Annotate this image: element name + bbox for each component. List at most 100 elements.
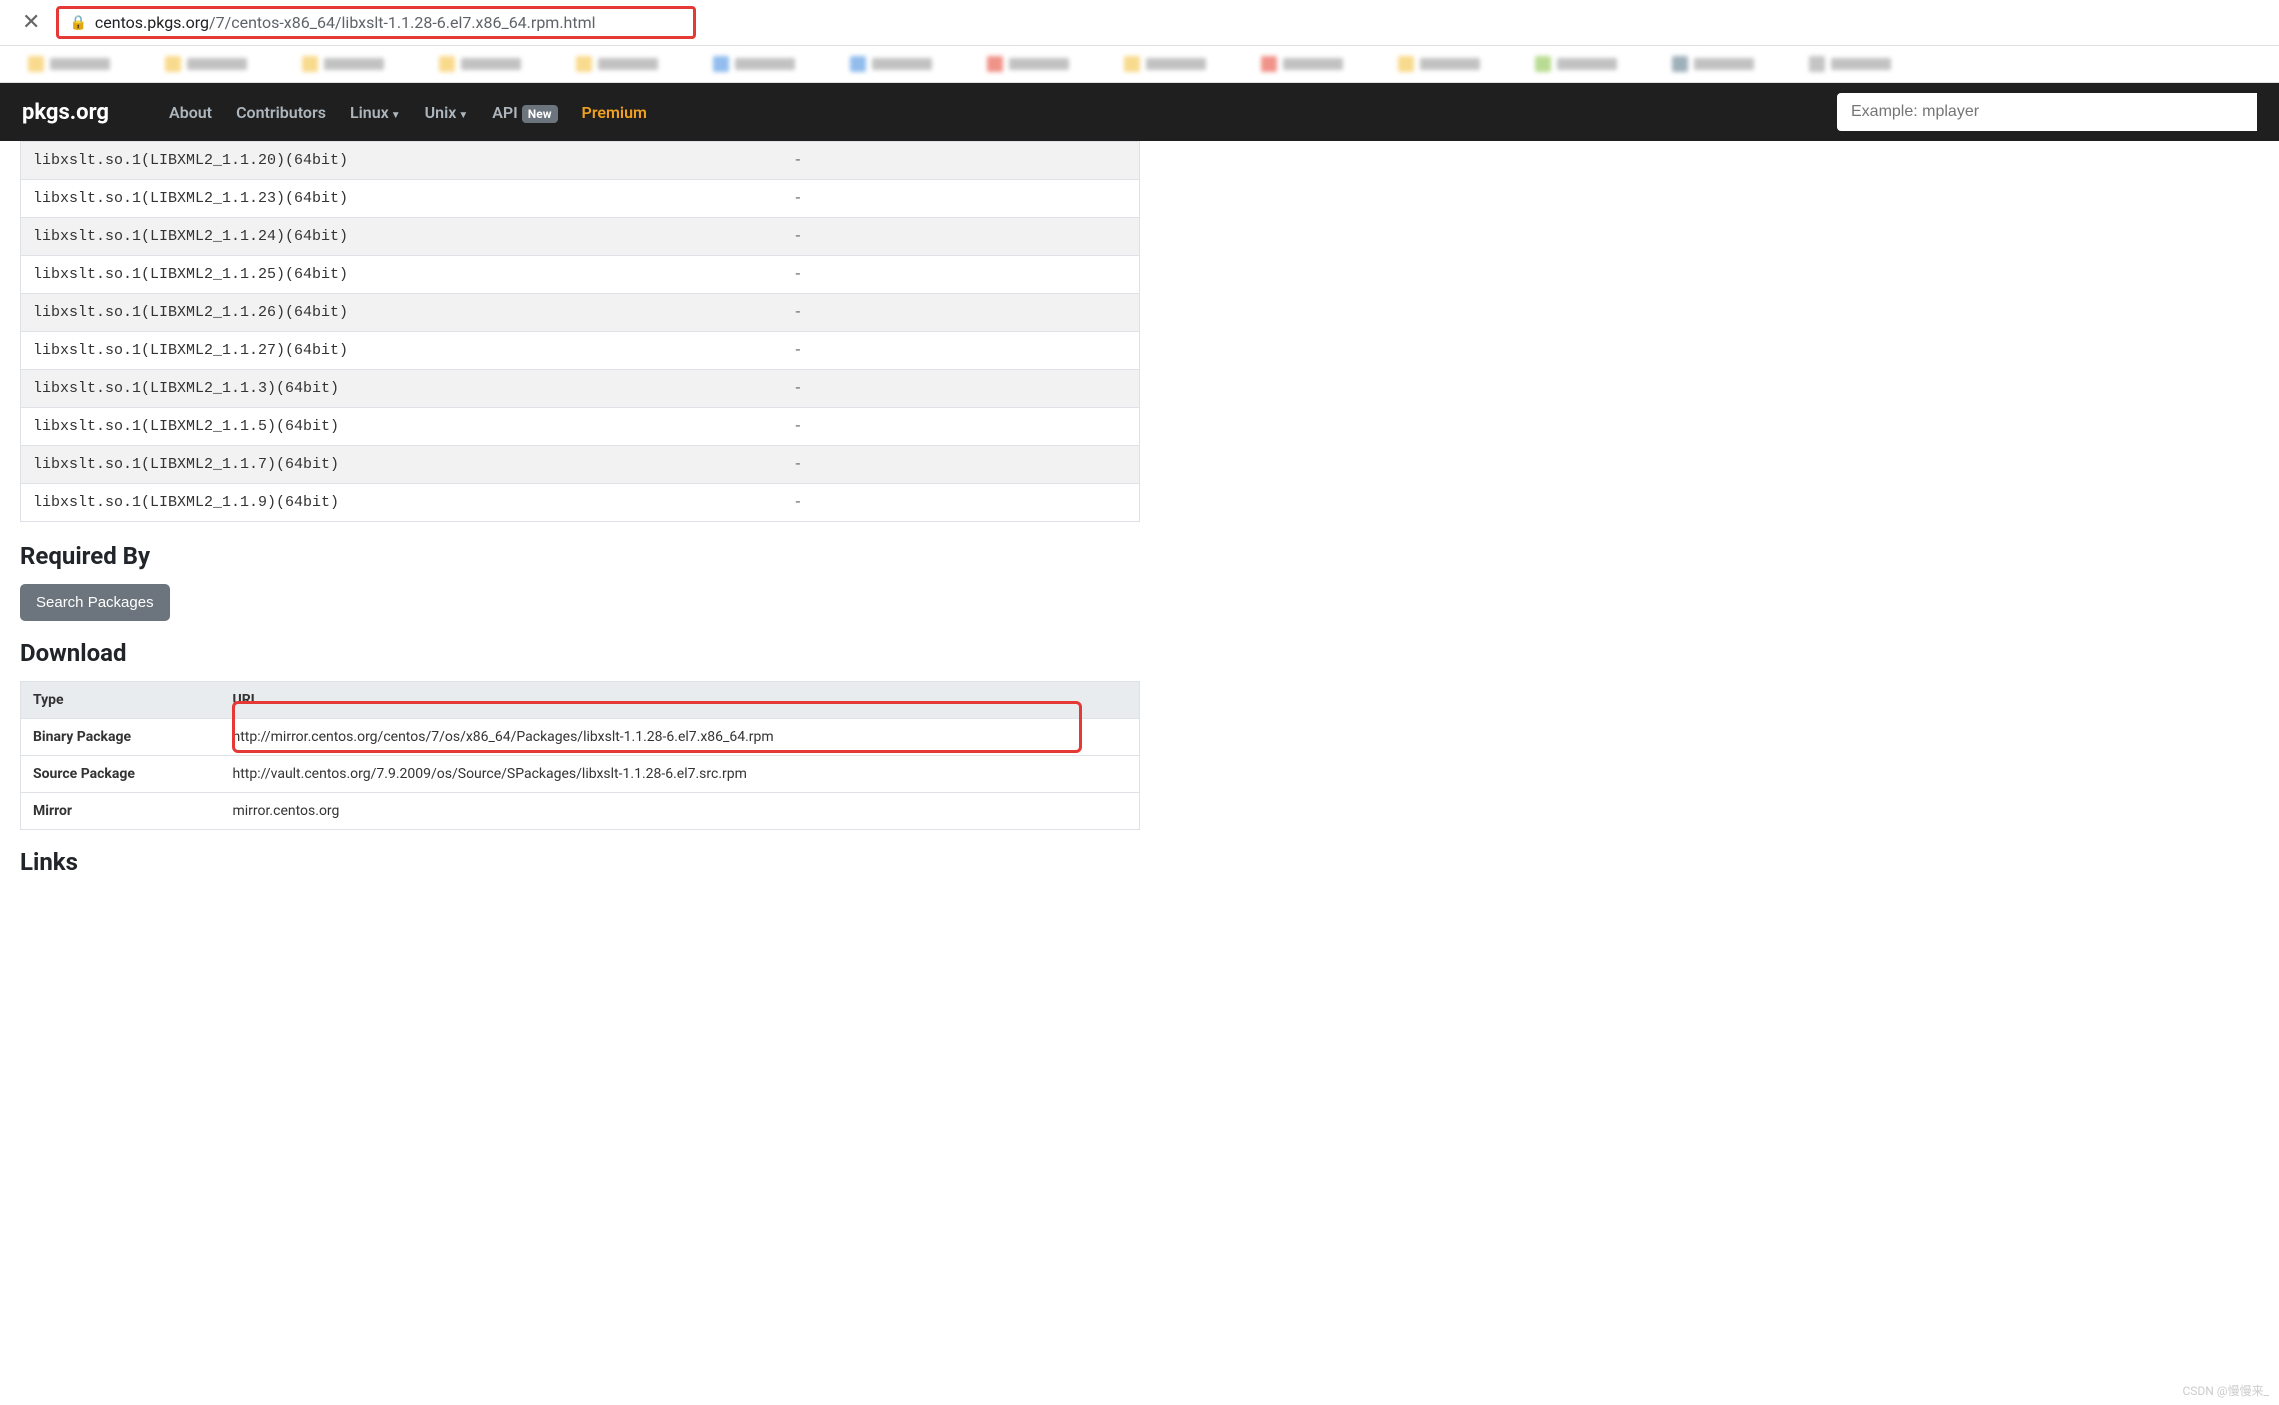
download-type: Mirror — [21, 793, 221, 830]
chevron-down-icon: ▼ — [458, 110, 468, 121]
download-type: Source Package — [21, 756, 221, 793]
provides-value: - — [781, 370, 1139, 408]
download-row: Source Packagehttp://vault.centos.org/7.… — [21, 756, 1140, 793]
provides-row: libxslt.so.1(LIBXML2_1.1.27)(64bit)- — [21, 332, 1140, 370]
site-logo[interactable]: pkgs.org — [22, 100, 109, 125]
download-table: Type URL Binary Packagehttp://mirror.cen… — [20, 681, 1140, 830]
bookmark-label — [50, 58, 110, 70]
search-input[interactable] — [1837, 93, 2257, 131]
provides-name: libxslt.so.1(LIBXML2_1.1.26)(64bit) — [21, 294, 782, 332]
provides-row: libxslt.so.1(LIBXML2_1.1.24)(64bit)- — [21, 218, 1140, 256]
bookmark-item[interactable] — [1672, 56, 1754, 72]
provides-table: libxslt.so.1(LIBXML2_1.1.20)(64bit)-libx… — [20, 141, 1140, 522]
provides-row: libxslt.so.1(LIBXML2_1.1.23)(64bit)- — [21, 180, 1140, 218]
download-th-type: Type — [21, 682, 221, 719]
bookmark-icon — [1261, 56, 1277, 72]
provides-name: libxslt.so.1(LIBXML2_1.1.23)(64bit) — [21, 180, 782, 218]
bookmark-item[interactable] — [165, 56, 247, 72]
download-url[interactable]: http://vault.centos.org/7.9.2009/os/Sour… — [221, 756, 1140, 793]
provides-value: - — [781, 180, 1139, 218]
bookmark-icon — [1672, 56, 1688, 72]
lock-icon: 🔒 — [69, 15, 86, 31]
watermark: CSDN @慢慢来_ — [2182, 1382, 2269, 1399]
bookmark-label — [1420, 58, 1480, 70]
chevron-down-icon: ▼ — [391, 110, 401, 121]
url-box-highlight: 🔒 centos.pkgs.org/7/centos-x86_64/libxsl… — [56, 6, 696, 39]
provides-name: libxslt.so.1(LIBXML2_1.1.7)(64bit) — [21, 446, 782, 484]
provides-name: libxslt.so.1(LIBXML2_1.1.24)(64bit) — [21, 218, 782, 256]
nav-unix[interactable]: Unix▼ — [425, 103, 469, 122]
bookmark-item[interactable] — [1261, 56, 1343, 72]
bookmark-icon — [850, 56, 866, 72]
bookmark-item[interactable] — [713, 56, 795, 72]
download-row: Binary Packagehttp://mirror.centos.org/c… — [21, 719, 1140, 756]
nav-premium[interactable]: Premium — [582, 103, 647, 122]
url-text[interactable]: centos.pkgs.org/7/centos-x86_64/libxslt-… — [95, 13, 596, 32]
bookmark-icon — [165, 56, 181, 72]
bookmark-item[interactable] — [987, 56, 1069, 72]
provides-name: libxslt.so.1(LIBXML2_1.1.20)(64bit) — [21, 142, 782, 180]
provides-value: - — [781, 294, 1139, 332]
bookmark-label — [1557, 58, 1617, 70]
nav-about[interactable]: About — [169, 103, 212, 122]
provides-row: libxslt.so.1(LIBXML2_1.1.7)(64bit)- — [21, 446, 1140, 484]
bookmark-icon — [1398, 56, 1414, 72]
bookmark-item[interactable] — [1535, 56, 1617, 72]
download-th-url: URL — [221, 682, 1140, 719]
bookmark-item[interactable] — [576, 56, 658, 72]
provides-row: libxslt.so.1(LIBXML2_1.1.9)(64bit)- — [21, 484, 1140, 522]
provides-value: - — [781, 332, 1139, 370]
bookmark-label — [1009, 58, 1069, 70]
bookmark-label — [1694, 58, 1754, 70]
download-url[interactable]: http://mirror.centos.org/centos/7/os/x86… — [221, 719, 1140, 756]
bookmark-icon — [713, 56, 729, 72]
heading-required-by: Required By — [20, 542, 1140, 570]
provides-value: - — [781, 142, 1139, 180]
nav-api[interactable]: APINew — [492, 103, 557, 122]
nav-linux[interactable]: Linux▼ — [350, 103, 401, 122]
bookmark-icon — [302, 56, 318, 72]
browser-address-bar: ✕ 🔒 centos.pkgs.org/7/centos-x86_64/libx… — [0, 0, 2279, 46]
site-header: pkgs.org About Contributors Linux▼ Unix▼… — [0, 83, 2279, 141]
bookmark-icon — [1535, 56, 1551, 72]
bookmark-item[interactable] — [1124, 56, 1206, 72]
search-packages-button[interactable]: Search Packages — [20, 584, 170, 621]
close-icon[interactable]: ✕ — [10, 10, 52, 35]
bookmark-item[interactable] — [439, 56, 521, 72]
provides-row: libxslt.so.1(LIBXML2_1.1.25)(64bit)- — [21, 256, 1140, 294]
bookmark-icon — [987, 56, 1003, 72]
bookmark-item[interactable] — [28, 56, 110, 72]
provides-row: libxslt.so.1(LIBXML2_1.1.20)(64bit)- — [21, 142, 1140, 180]
bookmark-label — [872, 58, 932, 70]
provides-name: libxslt.so.1(LIBXML2_1.1.27)(64bit) — [21, 332, 782, 370]
provides-value: - — [781, 256, 1139, 294]
provides-row: libxslt.so.1(LIBXML2_1.1.26)(64bit)- — [21, 294, 1140, 332]
bookmark-item[interactable] — [1398, 56, 1480, 72]
provides-value: - — [781, 484, 1139, 522]
provides-row: libxslt.so.1(LIBXML2_1.1.5)(64bit)- — [21, 408, 1140, 446]
provides-name: libxslt.so.1(LIBXML2_1.1.25)(64bit) — [21, 256, 782, 294]
heading-download: Download — [20, 639, 1140, 667]
provides-name: libxslt.so.1(LIBXML2_1.1.9)(64bit) — [21, 484, 782, 522]
new-badge: New — [522, 105, 558, 123]
nav-contributors[interactable]: Contributors — [236, 103, 326, 122]
bookmark-label — [1146, 58, 1206, 70]
provides-value: - — [781, 408, 1139, 446]
bookmark-icon — [1809, 56, 1825, 72]
bookmark-icon — [576, 56, 592, 72]
provides-row: libxslt.so.1(LIBXML2_1.1.3)(64bit)- — [21, 370, 1140, 408]
bookmark-item[interactable] — [302, 56, 384, 72]
bookmark-item[interactable] — [850, 56, 932, 72]
provides-value: - — [781, 218, 1139, 256]
bookmarks-bar — [0, 46, 2279, 83]
download-type: Binary Package — [21, 719, 221, 756]
provides-name: libxslt.so.1(LIBXML2_1.1.5)(64bit) — [21, 408, 782, 446]
bookmark-item[interactable] — [1809, 56, 1891, 72]
bookmark-label — [1831, 58, 1891, 70]
download-url[interactable]: mirror.centos.org — [221, 793, 1140, 830]
download-row: Mirrormirror.centos.org — [21, 793, 1140, 830]
bookmark-label — [461, 58, 521, 70]
provides-name: libxslt.so.1(LIBXML2_1.1.3)(64bit) — [21, 370, 782, 408]
bookmark-icon — [439, 56, 455, 72]
provides-value: - — [781, 446, 1139, 484]
